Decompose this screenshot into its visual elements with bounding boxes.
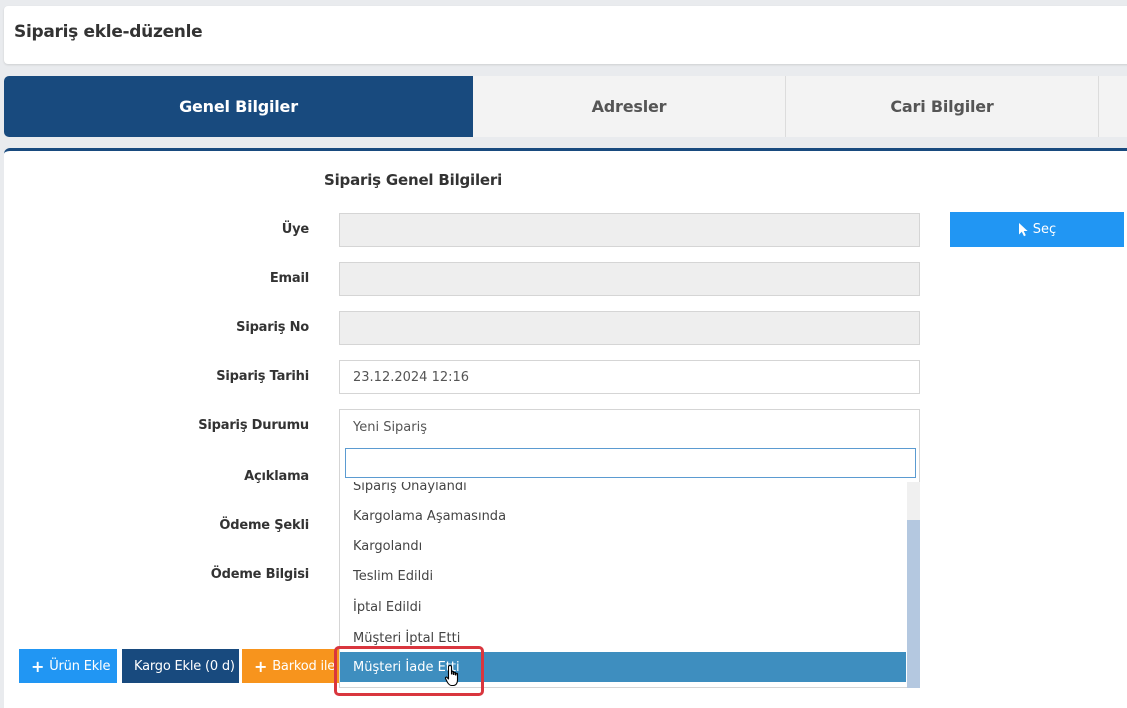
cursor-arrow-icon <box>1018 223 1028 237</box>
siparis-durumu-label: Sipariş Durumu <box>198 418 309 433</box>
dropdown-option[interactable]: Kargolama Aşamasında <box>340 501 906 531</box>
odeme-sekli-label: Ödeme Şekli <box>219 518 309 533</box>
dropdown-scrollbar-thumb[interactable] <box>907 520 920 688</box>
siparis-no-field[interactable] <box>339 311 920 345</box>
tab-cari-bilgiler[interactable]: Cari Bilgiler <box>786 76 1099 137</box>
plus-icon: + <box>31 656 45 676</box>
page-title: Sipariş ekle-düzenle <box>14 22 203 42</box>
dropdown-option[interactable]: Teslim Edildi <box>340 561 906 591</box>
siparis-tarihi-field[interactable]: 23.12.2024 12:16 <box>339 360 920 394</box>
dropdown-option[interactable]: Kargolandı <box>340 531 906 561</box>
dropdown-scrollbar[interactable] <box>907 482 920 688</box>
tab-bar: Genel Bilgiler Adresler Cari Bilgiler <box>4 76 1127 137</box>
kargo-ekle-label: Kargo Ekle (0 d) <box>134 658 235 674</box>
urun-ekle-button[interactable]: + Ürün Ekle <box>19 649 117 683</box>
uye-label: Üye <box>281 222 309 237</box>
email-label: Email <box>269 271 309 286</box>
barkod-label: Barkod ile <box>272 658 336 674</box>
plus-icon: + <box>254 656 268 676</box>
page-header: Sipariş ekle-düzenle <box>4 6 1127 64</box>
dropdown-search-input[interactable] <box>345 448 916 478</box>
tab-genel-bilgiler[interactable]: Genel Bilgiler <box>4 76 473 137</box>
siparis-no-label: Sipariş No <box>236 320 309 335</box>
urun-ekle-label: Ürün Ekle <box>49 658 111 674</box>
siparis-durumu-select[interactable]: Yeni Sipariş <box>339 409 920 445</box>
siparis-tarihi-label: Sipariş Tarihi <box>216 369 309 384</box>
barkod-button[interactable]: + Barkod ile <box>242 649 339 683</box>
hand-cursor-icon <box>444 664 459 687</box>
odeme-bilgisi-label: Ödeme Bilgisi <box>210 567 309 582</box>
tab-adresler[interactable]: Adresler <box>473 76 786 137</box>
tab-next[interactable] <box>1099 76 1127 137</box>
email-field[interactable] <box>339 262 920 296</box>
sec-button-label: Seç <box>1032 222 1057 237</box>
uye-field[interactable] <box>339 213 920 247</box>
aciklama-label: Açıklama <box>244 469 309 484</box>
section-title: Sipariş Genel Bilgileri <box>324 171 503 189</box>
sec-button[interactable]: Seç <box>950 212 1124 247</box>
dropdown-option[interactable]: Sipariş Onaylandı <box>340 482 906 501</box>
dropdown-option[interactable]: İptal Edildi <box>340 592 906 622</box>
kargo-ekle-button[interactable]: Kargo Ekle (0 d) <box>122 649 239 683</box>
